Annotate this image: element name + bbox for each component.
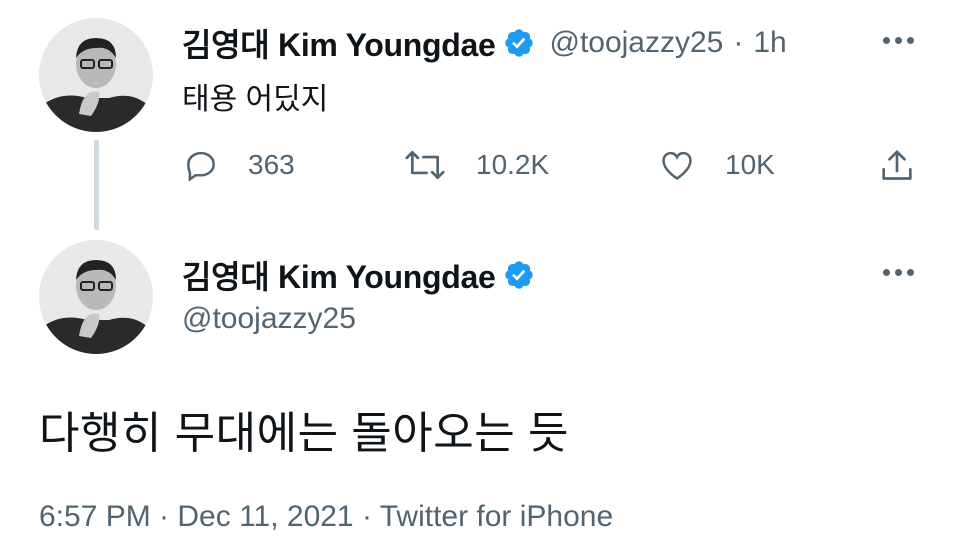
- separator: ·: [733, 26, 744, 59]
- more-icon[interactable]: [883, 262, 923, 282]
- more-icon[interactable]: [883, 30, 923, 50]
- tweet1-header: 김영대 Kim Youngdae @toojazzy25 · 1h: [182, 20, 787, 66]
- handle[interactable]: @toojazzy25: [182, 302, 356, 336]
- tweet2-header: 김영대 Kim Youngdae: [182, 252, 535, 298]
- tweet-text: 태용 어딨지: [182, 83, 329, 116]
- handle[interactable]: @toojazzy25: [549, 26, 723, 60]
- retweet-icon: [405, 150, 445, 180]
- reply-button[interactable]: 363: [182, 146, 295, 184]
- reply-icon: [187, 151, 215, 182]
- retweet-button[interactable]: 10.2K: [402, 146, 549, 184]
- like-icon: [662, 151, 692, 180]
- avatar[interactable]: [39, 240, 153, 354]
- tweet-text: 다행히 무대에는 돌아오는 듯: [39, 409, 569, 458]
- verified-badge-icon: [503, 27, 535, 59]
- like-button[interactable]: 10K: [657, 146, 775, 184]
- tweet-timestamp[interactable]: 6:57 PM · Dec 11, 2021 · Twitter for iPh…: [39, 500, 613, 534]
- verified-badge-icon: [503, 259, 535, 291]
- retweet-count: 10.2K: [476, 149, 550, 180]
- share-icon[interactable]: [877, 146, 917, 191]
- like-count: 10K: [725, 149, 775, 180]
- reply-count: 363: [248, 149, 295, 180]
- display-name[interactable]: 김영대 Kim Youngdae: [182, 252, 496, 298]
- thread-connector: [94, 140, 99, 230]
- avatar[interactable]: [39, 18, 153, 132]
- tweet-time[interactable]: 1h: [753, 26, 786, 60]
- display-name[interactable]: 김영대 Kim Youngdae: [182, 20, 496, 66]
